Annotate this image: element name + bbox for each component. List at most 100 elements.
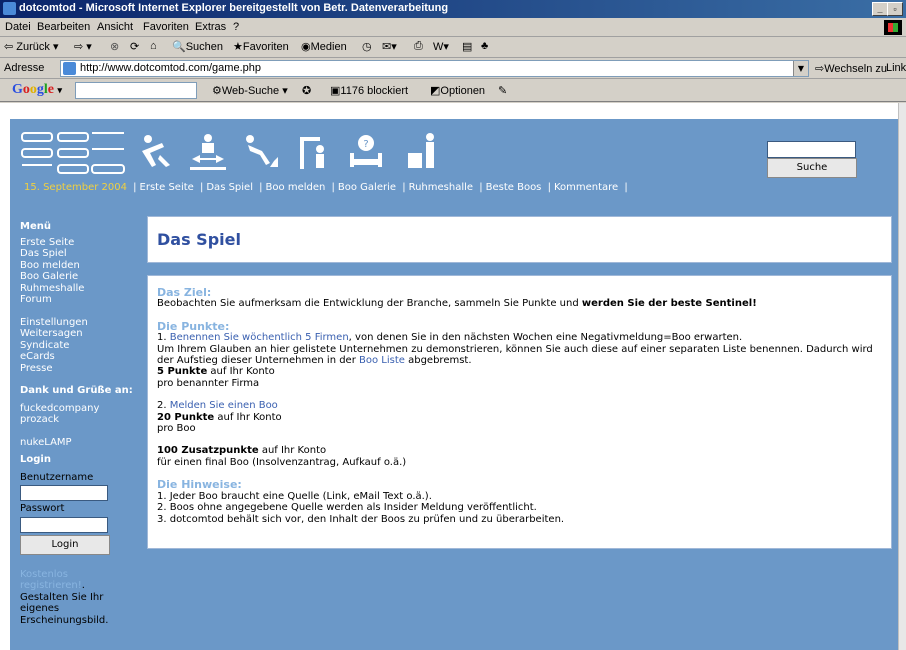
falling-person-icon[interactable] (240, 131, 280, 171)
popup-blocker-button[interactable]: ▣1176 blockiert (330, 84, 408, 97)
p1-points: 5 Punkte auf Ihr Konto (157, 366, 883, 377)
address-label: Adresse (4, 62, 45, 74)
maximize-button[interactable]: ▫ (887, 2, 903, 16)
web-search-button[interactable]: ⚙Web-Suche ▾ (212, 84, 288, 97)
search-button[interactable]: 🔍Suchen (172, 40, 223, 53)
sidebar: Menü Erste Seite Das Spiel Boo melden Bo… (20, 221, 140, 626)
sidebar-login-title: Login (20, 454, 51, 465)
menu-bearbeiten[interactable]: Bearbeiten (37, 21, 90, 33)
nominate-companies-link[interactable]: Benennen Sie wöchentlich 5 Firmen (170, 332, 349, 343)
site-search-button[interactable]: Suche (767, 158, 857, 178)
vertical-scrollbar[interactable] (898, 103, 906, 650)
pagerank-icon[interactable]: ✪ (302, 84, 311, 97)
mail-icon[interactable]: ✉▾ (382, 40, 397, 53)
links-label[interactable]: Links (886, 62, 906, 74)
nav-boo-galerie[interactable]: Boo Galerie (338, 182, 396, 193)
favorites-label: Favoriten (242, 41, 289, 53)
refresh-icon[interactable]: ⟳ (130, 40, 139, 53)
back-button[interactable]: ⇦ Zurück ▾ (4, 40, 58, 53)
go-button[interactable]: ⇨Wechseln zu (815, 62, 887, 75)
history-icon[interactable]: ◷ (362, 40, 372, 53)
sidebar-item-ecards[interactable]: eCards (20, 351, 140, 363)
sidebar-item-forum[interactable]: Forum (20, 294, 140, 306)
google-search-input[interactable] (75, 82, 197, 99)
p3-points: 100 Zusatzpunkte auf Ihr Konto (157, 445, 883, 456)
person-podium-icon[interactable] (402, 131, 442, 171)
stumbling-person-icon[interactable] (136, 131, 176, 171)
go-label: Wechseln zu (824, 63, 887, 75)
question-bed-icon[interactable]: ? (346, 131, 386, 171)
shower-person-icon[interactable] (294, 131, 334, 171)
p2-points: 20 Punkte auf Ihr Konto (157, 412, 883, 423)
search-label: Suchen (185, 41, 224, 53)
menu-datei[interactable]: Datei (5, 21, 31, 33)
nav-boo-melden[interactable]: Boo melden (266, 182, 326, 193)
minimize-button[interactable]: _ (872, 2, 888, 16)
header-date: 15. September 2004 (24, 182, 127, 193)
media-label: Medien (310, 41, 347, 53)
menu-extras[interactable]: Extras (195, 21, 226, 33)
p2-points-text: auf Ihr Konto (214, 411, 282, 423)
report-boo-link[interactable]: Melden Sie einen Boo (170, 400, 278, 411)
login-button[interactable]: Login (20, 534, 110, 555)
header-nav: 15. September 2004 | Erste Seite | Das Spi… (24, 182, 628, 193)
sidebar-thanks-prozack[interactable]: prozack (20, 414, 140, 426)
popup-blocked-label: 1176 blockiert (340, 85, 409, 97)
nav-erste-seite[interactable]: Erste Seite (140, 182, 194, 193)
address-dropdown-icon[interactable]: ▼ (793, 61, 808, 76)
punkte-item-2: 2. Melden Sie einen Boo (157, 400, 883, 411)
page-viewport: ? 15. September 2004 | Erste Seite | Das S… (0, 103, 898, 650)
google-logo[interactable]: Google ▾ (12, 82, 62, 98)
sidebar-item-boo-galerie[interactable]: Boo Galerie (20, 271, 140, 283)
p2-per: pro Boo (157, 423, 196, 435)
window-titlebar: dotcomtod - Microsoft Internet Explorer … (0, 0, 906, 18)
nav-beste-boos[interactable]: Beste Boos (486, 182, 542, 193)
web-search-label: Web-Suche (221, 85, 280, 97)
sidebar-item-weitersagen[interactable]: Weitersagen (20, 328, 140, 340)
page-title-panel: Das Spiel (147, 216, 892, 263)
options-label: Optionen (440, 85, 486, 97)
boo-liste-link[interactable]: Boo Liste (359, 355, 405, 366)
nav-kommentare[interactable]: Kommentare (554, 182, 618, 193)
favorites-button[interactable]: ★Favoriten (233, 40, 289, 53)
menu-bar: Datei Bearbeiten Ansicht Favoriten Extra… (0, 18, 906, 37)
menu-help[interactable]: ? (233, 21, 239, 33)
sidebar-item-boo-melden[interactable]: Boo melden (20, 260, 140, 272)
print-icon[interactable]: ⎙ (414, 40, 423, 53)
page-icon (63, 62, 76, 75)
discuss-icon[interactable]: ▤ (462, 40, 472, 53)
ziel-text-bold: werden Sie der beste Sentinel! (581, 298, 757, 310)
dotcomtod-logo (21, 132, 125, 174)
forward-button[interactable]: ⇨ ▾ (74, 40, 92, 53)
address-input[interactable]: http://www.dotcomtod.com/game.php ▼ (60, 60, 809, 77)
highlight-icon[interactable]: ✎ (498, 84, 507, 97)
messenger-icon[interactable]: ♣ (481, 40, 488, 52)
home-icon[interactable]: ⌂ (150, 40, 157, 52)
sidebar-item-einstellungen[interactable]: Einstellungen (20, 317, 140, 329)
options-button[interactable]: ◩Optionen (430, 84, 485, 97)
sidebar-item-ruhmeshalle[interactable]: Ruhmeshalle (20, 283, 140, 295)
punkte-item-1-detail: Um Ihrem Glauben an hier gelistete Unter… (157, 344, 883, 367)
media-button[interactable]: ◉Medien (301, 40, 347, 53)
sidebar-item-das-spiel[interactable]: Das Spiel (20, 248, 140, 260)
sidebar-item-presse[interactable]: Presse (20, 363, 140, 375)
menu-favoriten[interactable]: Favoriten (143, 21, 189, 33)
ziel-heading: Das Ziel: (157, 286, 212, 299)
sidebar-nukelamp[interactable]: nukeLAMP (20, 437, 140, 449)
stop-icon[interactable]: ⊗ (110, 40, 119, 53)
sidebar-item-syndicate[interactable]: Syndicate (20, 340, 140, 352)
p1-detail-end: abgebremst. (404, 355, 472, 367)
person-arrows-icon[interactable] (188, 131, 228, 171)
sidebar-item-erste-seite[interactable]: Erste Seite (20, 237, 140, 249)
hinweis-2: 2. Boos ohne angegebene Quelle werden al… (157, 502, 537, 514)
menu-ansicht[interactable]: Ansicht (97, 21, 133, 33)
edit-icon[interactable]: W▾ (433, 40, 449, 53)
nav-das-spiel[interactable]: Das Spiel (206, 182, 253, 193)
username-field[interactable] (20, 485, 108, 501)
site-search-input[interactable] (767, 141, 856, 158)
sidebar-thanks-fuckedcompany[interactable]: fuckedcompany (20, 403, 140, 415)
p3-per: für einen final Boo (Insolvenzantrag, Au… (157, 456, 407, 468)
password-field[interactable] (20, 516, 108, 533)
nav-ruhmeshalle[interactable]: Ruhmeshalle (409, 182, 473, 193)
register-link[interactable]: Kostenlos registrieren! (20, 569, 82, 592)
